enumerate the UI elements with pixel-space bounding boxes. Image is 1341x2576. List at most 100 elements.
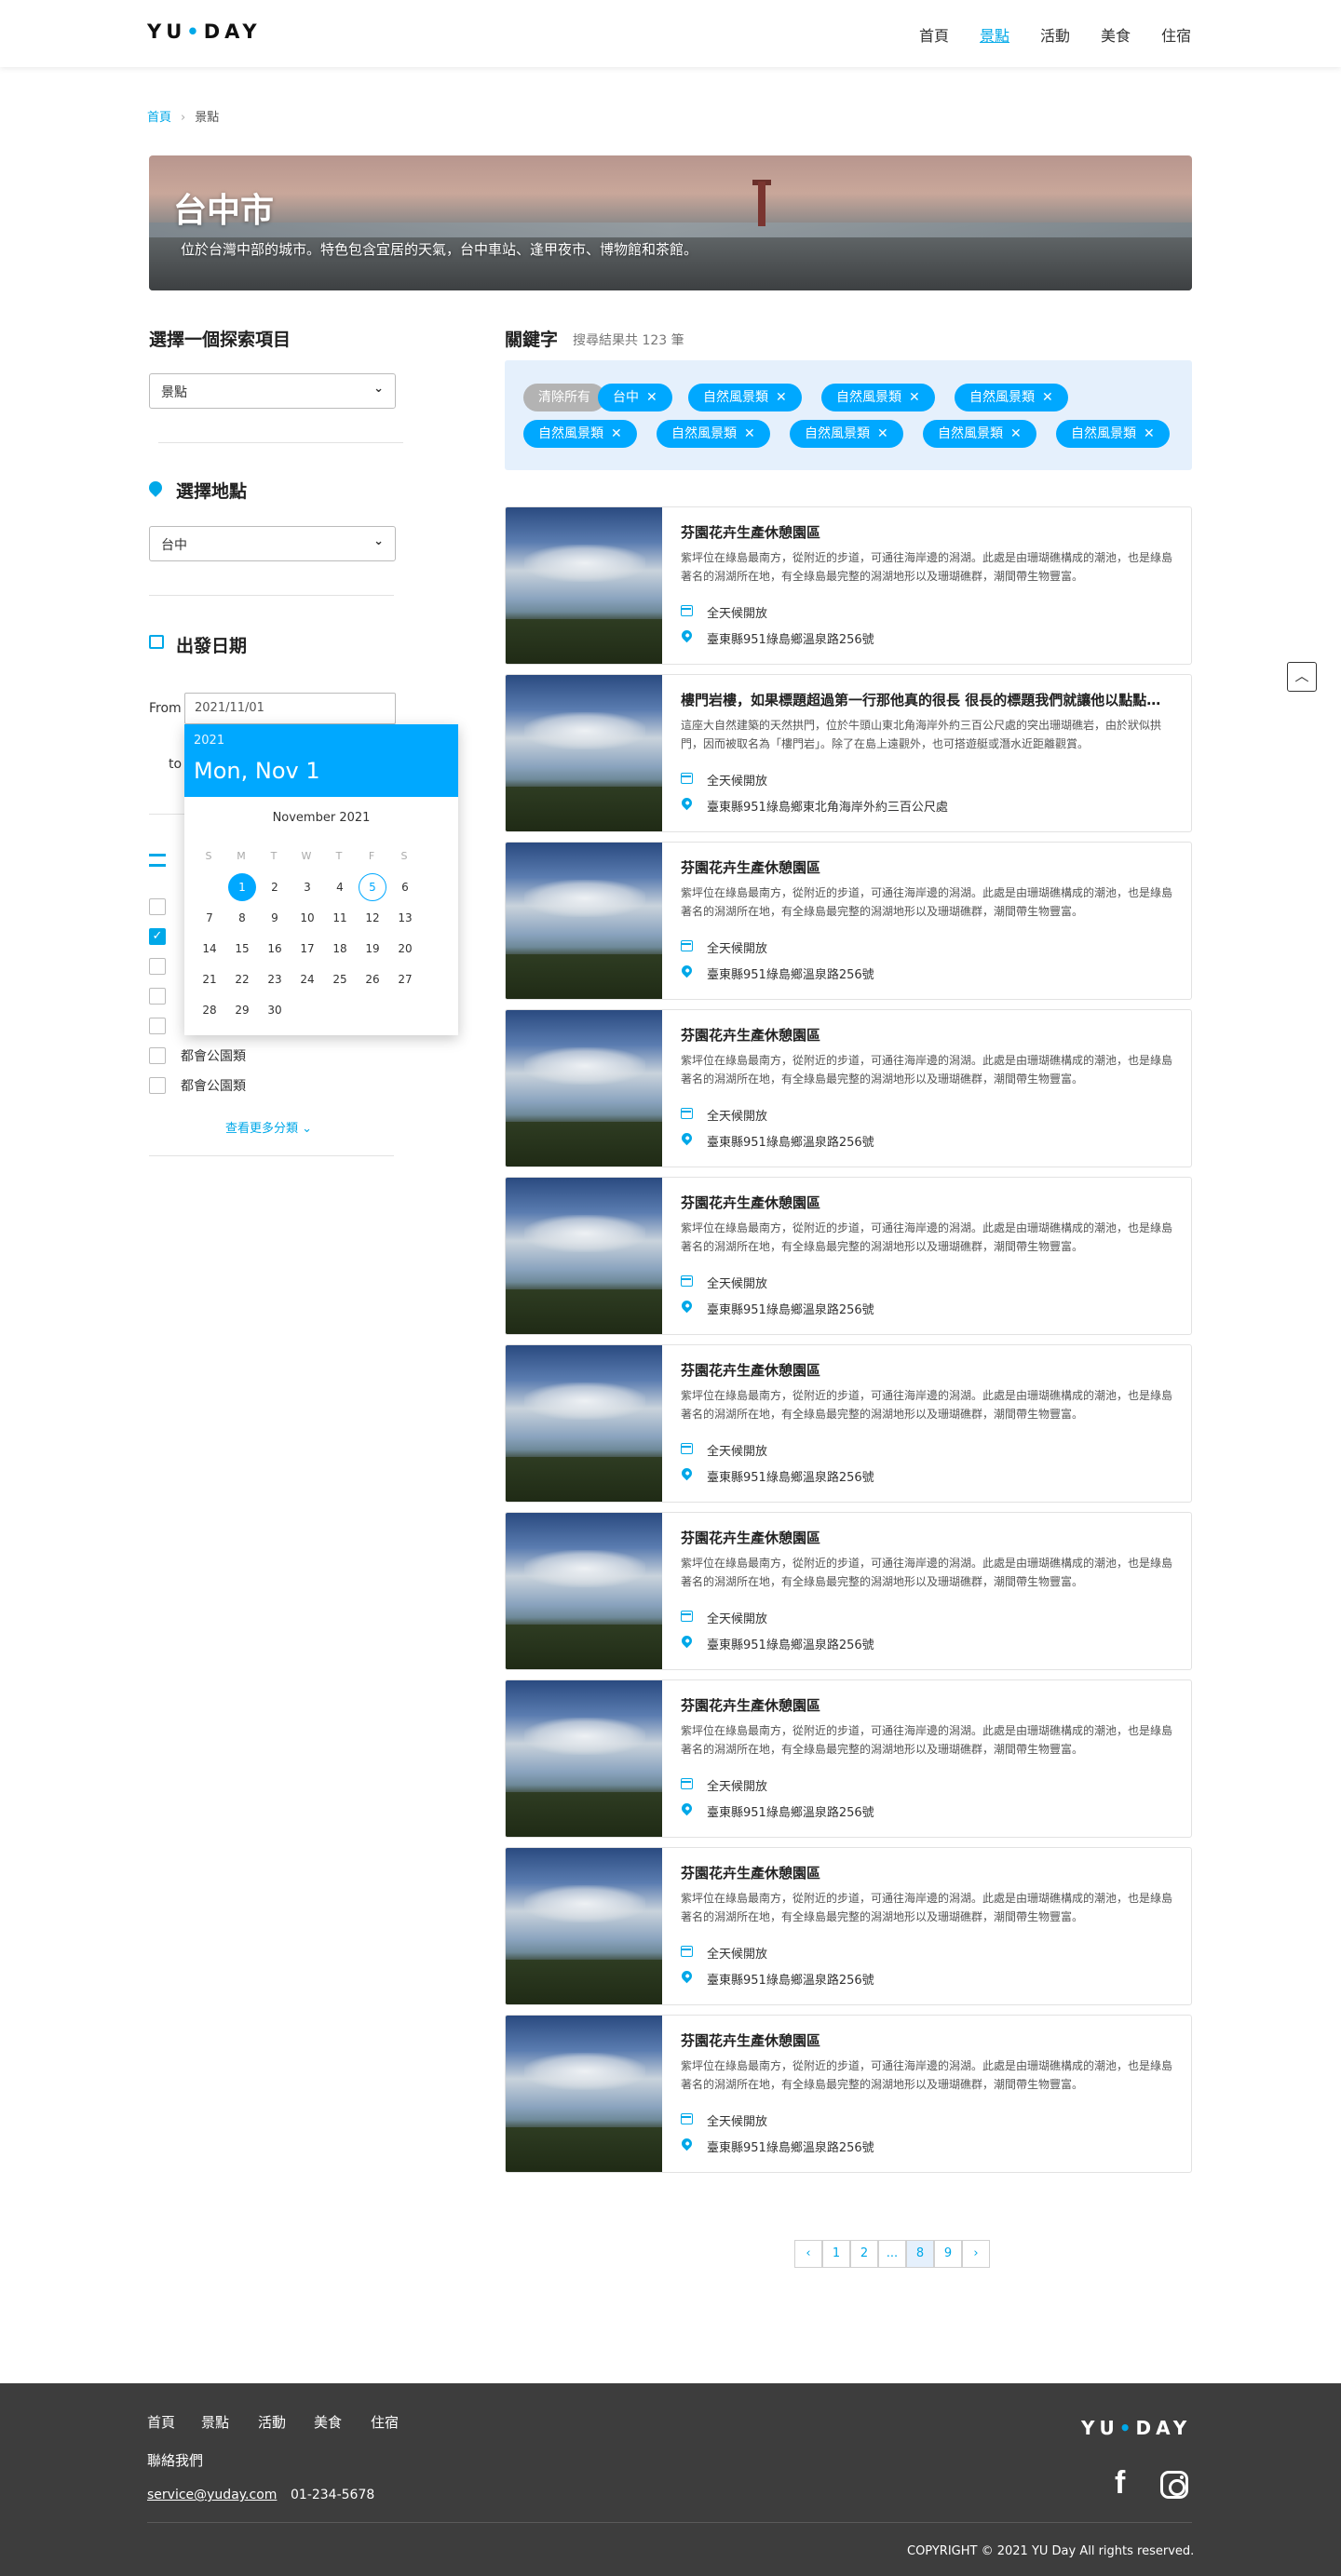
calendar-day[interactable]: 11 <box>326 904 354 932</box>
page-button[interactable]: 9 <box>934 2240 962 2268</box>
result-card[interactable]: 芬園花卉生產休憩園區 紫坪位在綠島最南方，從附近的步道，可通往海岸邊的潟湖。此處是… <box>505 1177 1192 1335</box>
page-button-active[interactable]: 8 <box>906 2240 934 2268</box>
nav-lodging[interactable]: 住宿 <box>1161 23 1191 46</box>
result-title[interactable]: 芬園花卉生產休憩園區 <box>681 1193 1174 1212</box>
nav-attractions[interactable]: 景點 <box>980 23 1009 46</box>
category-checkbox[interactable] <box>149 1047 166 1064</box>
page-button[interactable]: 1 <box>822 2240 850 2268</box>
result-thumbnail[interactable] <box>506 1848 662 2004</box>
result-title[interactable]: 芬園花卉生產休憩園區 <box>681 1863 1174 1882</box>
result-card[interactable]: 芬園花卉生產休憩園區 紫坪位在綠島最南方，從附近的步道，可通往海岸邊的潟湖。此處是… <box>505 842 1192 1000</box>
footer-nav-lodging[interactable]: 住宿 <box>371 2412 399 2432</box>
category-checkbox[interactable] <box>149 1018 166 1034</box>
result-thumbnail[interactable] <box>506 1178 662 1334</box>
site-logo[interactable]: YU•DAY <box>147 20 262 43</box>
result-thumbnail[interactable] <box>506 1345 662 1502</box>
instagram-icon[interactable] <box>1160 2471 1188 2499</box>
category-checkbox[interactable] <box>149 958 166 975</box>
result-thumbnail[interactable] <box>506 1680 662 1837</box>
result-title[interactable]: 芬園花卉生產休憩園區 <box>681 1360 1174 1380</box>
result-card[interactable]: 芬園花卉生產休憩園區 紫坪位在綠島最南方，從附近的步道，可通往海岸邊的潟湖。此處是… <box>505 1847 1192 2005</box>
category-checkbox[interactable] <box>149 1077 166 1094</box>
nav-activities[interactable]: 活動 <box>1040 23 1070 46</box>
calendar-day[interactable]: 12 <box>359 904 386 932</box>
category-checkbox[interactable]: ✓ <box>149 928 166 945</box>
keyword-tag[interactable]: 自然風景類 ✕ <box>1056 420 1170 448</box>
prev-page-button[interactable]: ‹ <box>794 2240 822 2268</box>
result-thumbnail[interactable] <box>506 2016 662 2172</box>
category-select[interactable]: 景點 ⌄ <box>149 373 396 409</box>
nav-food[interactable]: 美食 <box>1101 23 1131 46</box>
calendar-day[interactable]: 30 <box>261 996 289 1024</box>
calendar-day[interactable]: 2 <box>261 873 289 901</box>
close-icon[interactable]: ✕ <box>611 426 622 441</box>
result-title[interactable]: 芬園花卉生產休憩園區 <box>681 857 1174 877</box>
keyword-tag[interactable]: 自然風景類 ✕ <box>923 420 1036 448</box>
calendar-day[interactable]: 14 <box>196 935 224 963</box>
result-thumbnail[interactable] <box>506 675 662 831</box>
result-title[interactable]: 芬園花卉生產休憩園區 <box>681 1695 1174 1715</box>
footer-logo[interactable]: YU•DAY <box>1081 2417 1191 2439</box>
result-thumbnail[interactable] <box>506 1513 662 1669</box>
category-checkbox[interactable] <box>149 898 166 915</box>
calendar-day[interactable]: 26 <box>359 965 386 993</box>
footer-email-link[interactable]: service@yuday.com <box>147 2488 277 2502</box>
close-icon[interactable]: ✕ <box>909 390 920 405</box>
calendar-day[interactable]: 13 <box>391 904 419 932</box>
result-title[interactable]: 芬園花卉生產休憩園區 <box>681 1025 1174 1045</box>
close-icon[interactable]: ✕ <box>1042 390 1053 405</box>
calendar-day[interactable]: 21 <box>196 965 224 993</box>
calendar-day[interactable]: 17 <box>293 935 321 963</box>
calendar-day[interactable]: 8 <box>228 904 256 932</box>
result-thumbnail[interactable] <box>506 507 662 664</box>
calendar-day[interactable]: 28 <box>196 996 224 1024</box>
calendar-day[interactable]: 9 <box>261 904 289 932</box>
calendar-day[interactable]: 15 <box>228 935 256 963</box>
calendar-day[interactable]: 24 <box>293 965 321 993</box>
calendar-day[interactable]: 6 <box>391 873 419 901</box>
calendar-day[interactable]: 7 <box>196 904 224 932</box>
calendar-day[interactable]: 18 <box>326 935 354 963</box>
calendar-day[interactable]: 4 <box>326 873 354 901</box>
result-thumbnail[interactable] <box>506 1010 662 1167</box>
calendar-day[interactable]: 27 <box>391 965 419 993</box>
close-icon[interactable]: ✕ <box>877 426 888 441</box>
calendar-day[interactable]: 5 <box>359 873 386 901</box>
keyword-tag[interactable]: 自然風景類 ✕ <box>688 384 802 411</box>
result-thumbnail[interactable] <box>506 843 662 999</box>
scroll-to-top-button[interactable]: ︿ <box>1287 662 1317 692</box>
result-title[interactable]: 樓門岩樓，如果標題超過第一行那他真的很長 很長的標題我們就讓他以點點點的方式顯示 <box>681 690 1174 709</box>
nav-home[interactable]: 首頁 <box>919 23 949 46</box>
keyword-tag[interactable]: 自然風景類 ✕ <box>790 420 903 448</box>
location-select[interactable]: 台中 ⌄ <box>149 526 396 561</box>
category-checkbox[interactable] <box>149 988 166 1005</box>
result-card[interactable]: 芬園花卉生產休憩園區 紫坪位在綠島最南方，從附近的步道，可通往海岸邊的潟湖。此處是… <box>505 1512 1192 1670</box>
keyword-tag[interactable]: 自然風景類 ✕ <box>955 384 1068 411</box>
calendar-day[interactable]: 20 <box>391 935 419 963</box>
next-page-button[interactable]: › <box>962 2240 990 2268</box>
page-button[interactable]: 2 <box>850 2240 878 2268</box>
calendar-day[interactable]: 23 <box>261 965 289 993</box>
calendar-day[interactable]: 1 <box>228 873 256 901</box>
result-title[interactable]: 芬園花卉生產休憩園區 <box>681 2030 1174 2050</box>
keyword-tag[interactable]: 自然風景類 ✕ <box>523 420 637 448</box>
footer-nav-home[interactable]: 首頁 <box>147 2412 175 2432</box>
close-icon[interactable]: ✕ <box>744 426 755 441</box>
more-categories-link[interactable]: 查看更多分類 ⌄ <box>225 1118 312 1136</box>
close-icon[interactable]: ✕ <box>776 390 787 405</box>
footer-nav-attractions[interactable]: 景點 <box>201 2412 229 2432</box>
footer-nav-activities[interactable]: 活動 <box>258 2412 286 2432</box>
close-icon[interactable]: ✕ <box>646 390 657 405</box>
from-date-input[interactable]: 2021/11/01 <box>184 693 396 724</box>
calendar-day[interactable]: 19 <box>359 935 386 963</box>
calendar-day[interactable]: 29 <box>228 996 256 1024</box>
result-card[interactable]: 芬園花卉生產休憩園區 紫坪位在綠島最南方，從附近的步道，可通往海岸邊的潟湖。此處是… <box>505 1344 1192 1503</box>
result-card[interactable]: 芬園花卉生產休憩園區 紫坪位在綠島最南方，從附近的步道，可通往海岸邊的潟湖。此處是… <box>505 2015 1192 2173</box>
keyword-tag[interactable]: 台中 ✕ <box>598 384 672 411</box>
calendar-day[interactable]: 25 <box>326 965 354 993</box>
calendar-day[interactable]: 22 <box>228 965 256 993</box>
close-icon[interactable]: ✕ <box>1010 426 1022 441</box>
result-card[interactable]: 芬園花卉生產休憩園區 紫坪位在綠島最南方，從附近的步道，可通往海岸邊的潟湖。此處是… <box>505 1009 1192 1167</box>
result-card[interactable]: 樓門岩樓，如果標題超過第一行那他真的很長 很長的標題我們就讓他以點點點的方式顯示… <box>505 674 1192 832</box>
date-picker-year[interactable]: 2021 <box>194 734 224 748</box>
